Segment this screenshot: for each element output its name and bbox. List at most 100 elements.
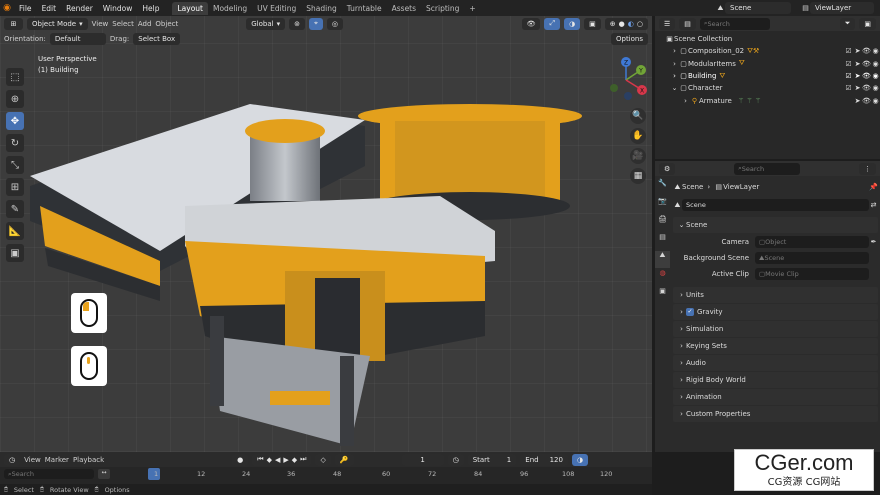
menu-file[interactable]: File — [14, 4, 37, 13]
tree-item-building[interactable]: › ▢ Building ⛛ ☑ ➤ 👁 ◉ — [665, 70, 880, 82]
scene-selector[interactable]: Scene — [725, 2, 791, 14]
display-mode-icon[interactable]: ▤ — [679, 17, 696, 30]
checkbox-icon[interactable]: ☑ — [844, 60, 853, 68]
prev-key-icon[interactable]: ◆ — [267, 456, 272, 464]
eye-icon[interactable]: 👁 — [862, 84, 871, 92]
background-scene-field[interactable]: ⛰ Scene — [755, 252, 869, 264]
panel-keying-sets[interactable]: › Keying Sets — [673, 338, 878, 354]
menu-help[interactable]: Help — [137, 4, 164, 13]
checkbox-icon[interactable]: ☑ — [844, 84, 853, 92]
panel-scene-header[interactable]: ⌄ Scene — [673, 217, 878, 233]
outliner-search-input[interactable]: ⌕ Search — [699, 17, 770, 30]
world-tab-icon[interactable]: ◍ — [655, 269, 670, 286]
swap-icon[interactable]: ↔ — [98, 469, 110, 479]
checkbox-icon[interactable]: ☑ — [844, 72, 853, 80]
eye-icon[interactable]: 👁 — [862, 47, 871, 55]
timeline-search-input[interactable]: ⌕ Search — [4, 469, 94, 479]
camera-icon[interactable]: 🎥 — [630, 148, 646, 164]
properties-editor-icon[interactable]: ⚙ — [659, 162, 676, 175]
tab-layout[interactable]: Layout — [172, 1, 208, 15]
expand-arrow-icon[interactable]: › — [670, 60, 679, 68]
scene-tab-icon[interactable]: ⛰ — [655, 251, 670, 268]
timeline-overlay-icon[interactable]: ◑ — [571, 453, 589, 466]
blender-logo-icon[interactable]: ◉ — [0, 3, 14, 13]
tab-assets[interactable]: Assets — [387, 2, 421, 15]
pin-icon[interactable]: 📌 — [869, 183, 878, 191]
zoom-icon[interactable]: 🔍 — [630, 108, 646, 124]
building-model[interactable] — [0, 16, 652, 452]
render-tab-icon[interactable]: 📷 — [655, 197, 670, 214]
panel-animation[interactable]: › Animation — [673, 389, 878, 405]
select-arrow-icon[interactable]: ➤ — [853, 72, 862, 80]
eye-icon[interactable]: 👁 — [862, 60, 871, 68]
select-arrow-icon[interactable]: ➤ — [853, 97, 862, 105]
menu-window[interactable]: Window — [98, 4, 138, 13]
keyframe-icon[interactable]: ◇ — [315, 453, 331, 466]
eye-icon[interactable]: 👁 — [862, 97, 871, 105]
eye-icon[interactable]: 👁 — [862, 72, 871, 80]
pan-hand-icon[interactable]: ✋ — [630, 128, 646, 144]
start-frame-field[interactable]: Start 1 — [467, 453, 517, 466]
select-arrow-icon[interactable]: ➤ — [853, 60, 862, 68]
camera-render-icon[interactable]: ◉ — [871, 60, 880, 68]
tool-tab-icon[interactable]: 🔧 — [655, 179, 670, 196]
filter-icon[interactable]: ⏷ — [839, 17, 856, 30]
record-icon[interactable]: ● — [232, 453, 249, 466]
jump-end-icon[interactable]: ⏭ — [300, 455, 306, 464]
expand-arrow-icon[interactable]: › — [670, 47, 679, 55]
3d-viewport[interactable]: ⊞ Object Mode ▾ View Select Add Object Gl… — [0, 16, 652, 452]
tree-item-scene-collection[interactable]: ▣ Scene Collection — [665, 33, 880, 45]
timeline-editor-icon[interactable]: ◷ — [4, 453, 21, 466]
jump-start-icon[interactable]: ⏮ — [257, 455, 263, 464]
tab-turntable[interactable]: Turntable — [342, 2, 387, 15]
add-workspace-button[interactable]: + — [464, 2, 480, 15]
camera-render-icon[interactable]: ◉ — [871, 72, 880, 80]
output-tab-icon[interactable]: 🖨 — [655, 215, 670, 232]
view-layer-tab-icon[interactable]: ▤ — [655, 233, 670, 250]
collection-tab-icon[interactable]: ▣ — [655, 287, 670, 304]
panel-audio[interactable]: › Audio — [673, 355, 878, 371]
tab-scripting[interactable]: Scripting — [421, 2, 464, 15]
timeline-menu-playback[interactable]: Playback — [73, 456, 104, 464]
camera-render-icon[interactable]: ◉ — [871, 47, 880, 55]
end-frame-field[interactable]: End 120 — [520, 453, 568, 466]
tree-item-modularitems[interactable]: › ▢ ModularItems ⛛ ☑ ➤ 👁 ◉ — [665, 58, 880, 70]
outliner-editor-icon[interactable]: ☰ — [659, 17, 676, 30]
keying-icon[interactable]: 🔑 — [334, 453, 354, 466]
properties-search-input[interactable]: ⌕ Search — [734, 162, 801, 175]
panel-gravity[interactable]: › ✓ Gravity — [673, 304, 878, 320]
camera-render-icon[interactable]: ◉ — [871, 97, 880, 105]
panel-units[interactable]: › Units — [673, 287, 878, 303]
scene-datablock-field[interactable]: Scene — [682, 199, 869, 211]
expand-arrow-icon[interactable]: › — [670, 72, 679, 80]
panel-rigid-body-world[interactable]: › Rigid Body World — [673, 372, 878, 388]
next-key-icon[interactable]: ◆ — [292, 456, 297, 464]
play-icon[interactable]: ▶ — [283, 456, 288, 464]
tree-item-armature[interactable]: › ⚲ Armature ⚚ ⚚ ⚚ ➤ 👁 ◉ — [665, 94, 880, 106]
perspective-grid-icon[interactable]: ▦ — [630, 168, 646, 184]
active-clip-field[interactable]: ▢ Movie Clip — [755, 268, 869, 280]
timeline-menu-view[interactable]: View — [24, 456, 41, 464]
fake-user-icon[interactable]: ⇄ — [869, 201, 878, 209]
select-arrow-icon[interactable]: ➤ — [853, 47, 862, 55]
tab-uv-editing[interactable]: UV Editing — [252, 2, 301, 15]
checkbox-icon[interactable]: ☑ — [844, 47, 853, 55]
options-icon[interactable]: ⋮ — [859, 162, 876, 175]
new-collection-icon[interactable]: ▣ — [859, 17, 876, 30]
current-frame-field[interactable]: 1 — [401, 453, 444, 466]
tab-modeling[interactable]: Modeling — [208, 2, 252, 15]
tree-item-character[interactable]: ⌄ ▢ Character ☑ ➤ 👁 ◉ — [665, 82, 880, 94]
gravity-checkbox[interactable]: ✓ — [686, 308, 694, 316]
tab-shading[interactable]: Shading — [301, 2, 341, 15]
panel-custom-properties[interactable]: › Custom Properties — [673, 406, 878, 422]
timeline-menu-marker[interactable]: Marker — [45, 456, 69, 464]
expand-arrow-icon[interactable]: › — [681, 97, 690, 105]
menu-edit[interactable]: Edit — [37, 4, 62, 13]
tree-item-composition[interactable]: › ▢ Composition_02 ⛛⚒ ☑ ➤ 👁 ◉ — [665, 45, 880, 57]
select-arrow-icon[interactable]: ➤ — [853, 84, 862, 92]
collapse-arrow-icon[interactable]: ⌄ — [670, 84, 679, 92]
panel-simulation[interactable]: › Simulation — [673, 321, 878, 337]
play-reverse-icon[interactable]: ◀ — [275, 456, 280, 464]
clock-icon[interactable]: ◷ — [447, 453, 464, 466]
eyedropper-icon[interactable]: ✒ — [869, 238, 878, 246]
